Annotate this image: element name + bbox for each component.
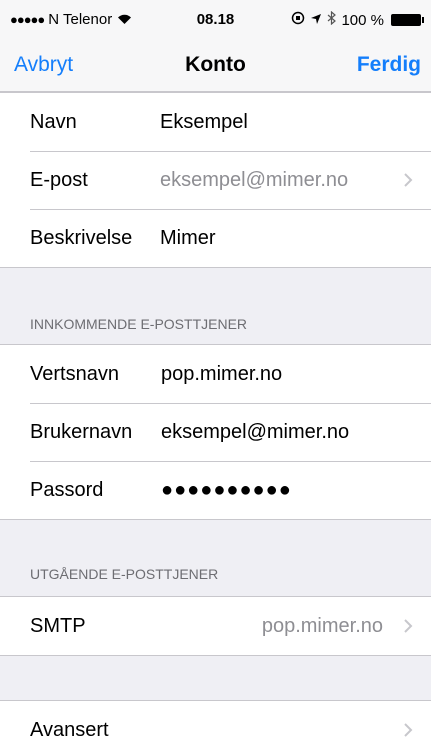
email-value: eksempel@mimer.no	[160, 169, 349, 191]
name-input[interactable]: Eksempel	[160, 111, 248, 134]
password-row[interactable]: Passord ●●●●●●●●●●	[0, 461, 431, 519]
description-input[interactable]: Mimer	[160, 227, 216, 250]
advanced-label: Avansert	[30, 719, 109, 741]
account-group: Navn Eksempel E-post eksempel@mimer.no B…	[0, 92, 431, 268]
outgoing-server-group: SMTP pop.mimer.no	[0, 596, 431, 656]
outgoing-server-header: UTGÅENDE E-POSTTJENER	[30, 566, 219, 582]
description-row[interactable]: Beskrivelse Mimer	[0, 209, 431, 267]
orientation-lock-icon	[291, 11, 305, 29]
description-label: Beskrivelse	[30, 227, 133, 249]
name-row[interactable]: Navn Eksempel	[0, 93, 431, 151]
email-label: E-post	[30, 169, 88, 191]
hostname-input[interactable]: pop.mimer.no	[161, 363, 282, 386]
username-input[interactable]: eksempel@mimer.no	[161, 421, 349, 444]
bluetooth-icon	[327, 10, 337, 29]
smtp-row[interactable]: SMTP pop.mimer.no	[0, 597, 431, 655]
password-label: Passord	[30, 479, 104, 501]
email-row[interactable]: E-post eksempel@mimer.no	[0, 151, 431, 209]
smtp-value: pop.mimer.no	[261, 615, 383, 637]
incoming-server-group: Vertsnavn pop.mimer.no Brukernavn eksemp…	[0, 344, 431, 520]
username-label: Brukernavn	[30, 421, 133, 443]
status-bar: ●●●●● N Telenor 08.18 100 %	[0, 0, 431, 40]
battery-icon	[391, 14, 424, 26]
name-label: Navn	[30, 111, 77, 133]
chevron-right-icon	[403, 168, 413, 194]
navigation-bar: Avbryt Konto Ferdig	[0, 40, 431, 92]
hostname-label: Vertsnavn	[30, 363, 119, 385]
location-icon	[310, 12, 322, 29]
chevron-right-icon	[403, 614, 413, 640]
incoming-server-header: INNKOMMENDE E-POSTTJENER	[30, 316, 248, 332]
chevron-right-icon	[403, 718, 413, 744]
advanced-row[interactable]: Avansert	[0, 701, 431, 756]
password-input[interactable]: ●●●●●●●●●●	[161, 479, 292, 502]
username-row[interactable]: Brukernavn eksempel@mimer.no	[0, 403, 431, 461]
hostname-row[interactable]: Vertsnavn pop.mimer.no	[0, 345, 431, 403]
done-button[interactable]: Ferdig	[357, 53, 421, 77]
advanced-group: Avansert	[0, 700, 431, 756]
battery-percentage: 100 %	[341, 11, 384, 29]
smtp-label: SMTP	[30, 615, 86, 637]
